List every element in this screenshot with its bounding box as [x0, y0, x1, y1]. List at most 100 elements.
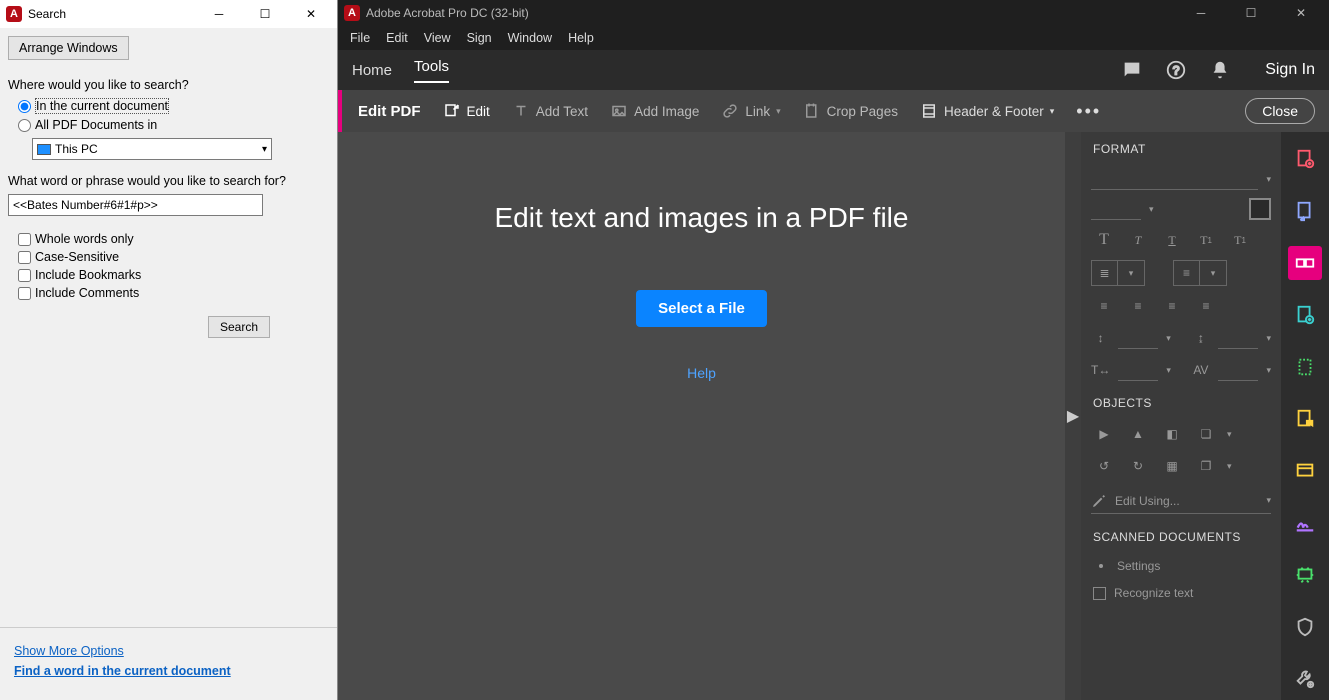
- format-heading: FORMAT: [1081, 132, 1281, 164]
- font-family-select[interactable]: [1091, 168, 1258, 190]
- number-list-group[interactable]: ≡▾: [1173, 260, 1227, 286]
- bell-icon[interactable]: [1209, 59, 1231, 81]
- radio-all-pdfs[interactable]: All PDF Documents in: [18, 118, 329, 132]
- edit-using-select[interactable]: Edit Using... ▾: [1091, 488, 1271, 514]
- font-size-select[interactable]: [1091, 198, 1141, 220]
- italic-button[interactable]: T: [1125, 228, 1151, 252]
- arrange-windows-button[interactable]: Arrange Windows: [8, 36, 129, 60]
- align-obj-button[interactable]: ❐: [1193, 454, 1219, 478]
- close-button[interactable]: ✕: [1279, 0, 1323, 26]
- radio-current-doc[interactable]: In the current document: [18, 98, 329, 114]
- rail-export-pdf[interactable]: [1288, 194, 1322, 228]
- tool-edit[interactable]: Edit: [443, 102, 490, 120]
- rail-sticky[interactable]: [1288, 454, 1322, 488]
- para-spacing-icon[interactable]: ↨: [1191, 326, 1210, 350]
- rail-comment[interactable]: [1288, 402, 1322, 436]
- hscale-icon[interactable]: T↔: [1091, 358, 1110, 382]
- select-file-button[interactable]: Select a File: [636, 290, 767, 327]
- spacing-row-1: ↕▾ ↨▾: [1081, 322, 1281, 354]
- menu-sign[interactable]: Sign: [467, 31, 492, 45]
- toolbar-title: Edit PDF: [358, 103, 421, 120]
- canvas-help-link[interactable]: Help: [687, 365, 716, 381]
- rail-sign[interactable]: [1288, 506, 1322, 540]
- rail-protect[interactable]: [1288, 610, 1322, 644]
- text-color-picker[interactable]: [1249, 198, 1271, 220]
- tool-add-text[interactable]: Add Text: [512, 102, 588, 120]
- kerning-icon[interactable]: AV: [1191, 358, 1210, 382]
- format-panel: FORMAT ▾ ▾ T T T T1 T1 ≣▾ ≡▾ ≡ ≡: [1081, 132, 1281, 700]
- tool-add-image[interactable]: Add Image: [610, 102, 699, 120]
- search-button[interactable]: Search: [208, 316, 270, 338]
- tool-link[interactable]: Link▾: [721, 102, 780, 120]
- tab-home[interactable]: Home: [352, 62, 392, 79]
- rail-create-pdf[interactable]: [1288, 142, 1322, 176]
- align-row: ≡ ≡ ≡ ≡: [1081, 290, 1281, 322]
- radio-current-doc-input[interactable]: [18, 100, 31, 113]
- search-titlebar: A Search ─ ☐ ✕: [0, 0, 337, 28]
- main-titlebar: A Adobe Acrobat Pro DC (32-bit) ─ ☐ ✕: [338, 0, 1329, 26]
- menu-view[interactable]: View: [424, 31, 451, 45]
- subscript-button[interactable]: T1: [1227, 228, 1253, 252]
- bold-button[interactable]: T: [1091, 228, 1117, 252]
- tool-crop[interactable]: Crop Pages: [803, 102, 898, 120]
- align-right-button[interactable]: ≡: [1159, 294, 1185, 318]
- align-left-button[interactable]: ≡: [1091, 294, 1117, 318]
- tabbar: Home Tools ? Sign In: [338, 50, 1329, 90]
- rotate-cw-button[interactable]: ↻: [1125, 454, 1151, 478]
- menu-edit[interactable]: Edit: [386, 31, 408, 45]
- menu-help[interactable]: Help: [568, 31, 594, 45]
- tool-more[interactable]: •••: [1076, 101, 1101, 122]
- canvas: Edit text and images in a PDF file Selec…: [338, 132, 1065, 700]
- rail-more-tools[interactable]: [1288, 662, 1322, 696]
- align-center-button[interactable]: ≡: [1125, 294, 1151, 318]
- maximize-button[interactable]: ☐: [1229, 0, 1273, 26]
- tab-tools[interactable]: Tools: [414, 58, 449, 83]
- help-icon[interactable]: ?: [1165, 59, 1187, 81]
- maximize-button[interactable]: ☐: [245, 0, 285, 28]
- arrange-button[interactable]: ❏: [1193, 422, 1219, 446]
- panel-expand-handle[interactable]: ▶: [1065, 132, 1081, 700]
- text-style-row: T T T T1 T1: [1081, 224, 1281, 256]
- toolbar-close-button[interactable]: Close: [1245, 98, 1315, 124]
- recognize-text-checkbox[interactable]: Recognize text: [1081, 580, 1281, 606]
- chk-comments[interactable]: Include Comments: [18, 286, 329, 300]
- align-justify-button[interactable]: ≡: [1193, 294, 1219, 318]
- chk-case[interactable]: Case-Sensitive: [18, 250, 329, 264]
- radio-all-pdfs-input[interactable]: [18, 119, 31, 132]
- tool-header-footer[interactable]: Header & Footer▾: [920, 102, 1054, 120]
- chk-bookmarks[interactable]: Include Bookmarks: [18, 268, 329, 282]
- rail-edit-pdf[interactable]: [1288, 246, 1322, 280]
- toolbar-accent: [338, 90, 342, 132]
- canvas-heading: Edit text and images in a PDF file: [495, 202, 909, 234]
- scope-select[interactable]: This PC ▾: [32, 138, 272, 160]
- flip-v-button[interactable]: ▲: [1125, 422, 1151, 446]
- replace-button[interactable]: ▦: [1159, 454, 1185, 478]
- minimize-button[interactable]: ─: [199, 0, 239, 28]
- search-scope-label: Where would you like to search?: [8, 78, 329, 92]
- minimize-button[interactable]: ─: [1179, 0, 1223, 26]
- sign-in-button[interactable]: Sign In: [1265, 61, 1315, 79]
- find-word-link[interactable]: Find a word in the current document: [14, 664, 323, 678]
- search-input[interactable]: [8, 194, 263, 216]
- chat-icon[interactable]: [1121, 59, 1143, 81]
- rail-redact[interactable]: [1288, 558, 1322, 592]
- settings-link[interactable]: Settings: [1081, 552, 1281, 580]
- superscript-button[interactable]: T1: [1193, 228, 1219, 252]
- bullet-list-group[interactable]: ≣▾: [1091, 260, 1145, 286]
- rail-organize[interactable]: [1288, 350, 1322, 384]
- show-more-options-link[interactable]: Show More Options: [14, 644, 323, 658]
- edit-toolbar: Edit PDF Edit Add Text Add Image Link▾ C…: [338, 90, 1329, 132]
- close-button[interactable]: ✕: [291, 0, 331, 28]
- crop-button[interactable]: ◧: [1159, 422, 1185, 446]
- underline-button[interactable]: T: [1159, 228, 1185, 252]
- acrobat-window: A Adobe Acrobat Pro DC (32-bit) ─ ☐ ✕ Fi…: [338, 0, 1329, 700]
- menu-window[interactable]: Window: [508, 31, 552, 45]
- rail-combine[interactable]: [1288, 298, 1322, 332]
- flip-h-button[interactable]: ▶: [1091, 422, 1117, 446]
- menu-file[interactable]: File: [350, 31, 370, 45]
- chevron-down-icon[interactable]: ▾: [1266, 174, 1271, 185]
- line-spacing-icon[interactable]: ↕: [1091, 326, 1110, 350]
- svg-text:?: ?: [1173, 64, 1180, 78]
- chk-whole-words[interactable]: Whole words only: [18, 232, 329, 246]
- rotate-ccw-button[interactable]: ↺: [1091, 454, 1117, 478]
